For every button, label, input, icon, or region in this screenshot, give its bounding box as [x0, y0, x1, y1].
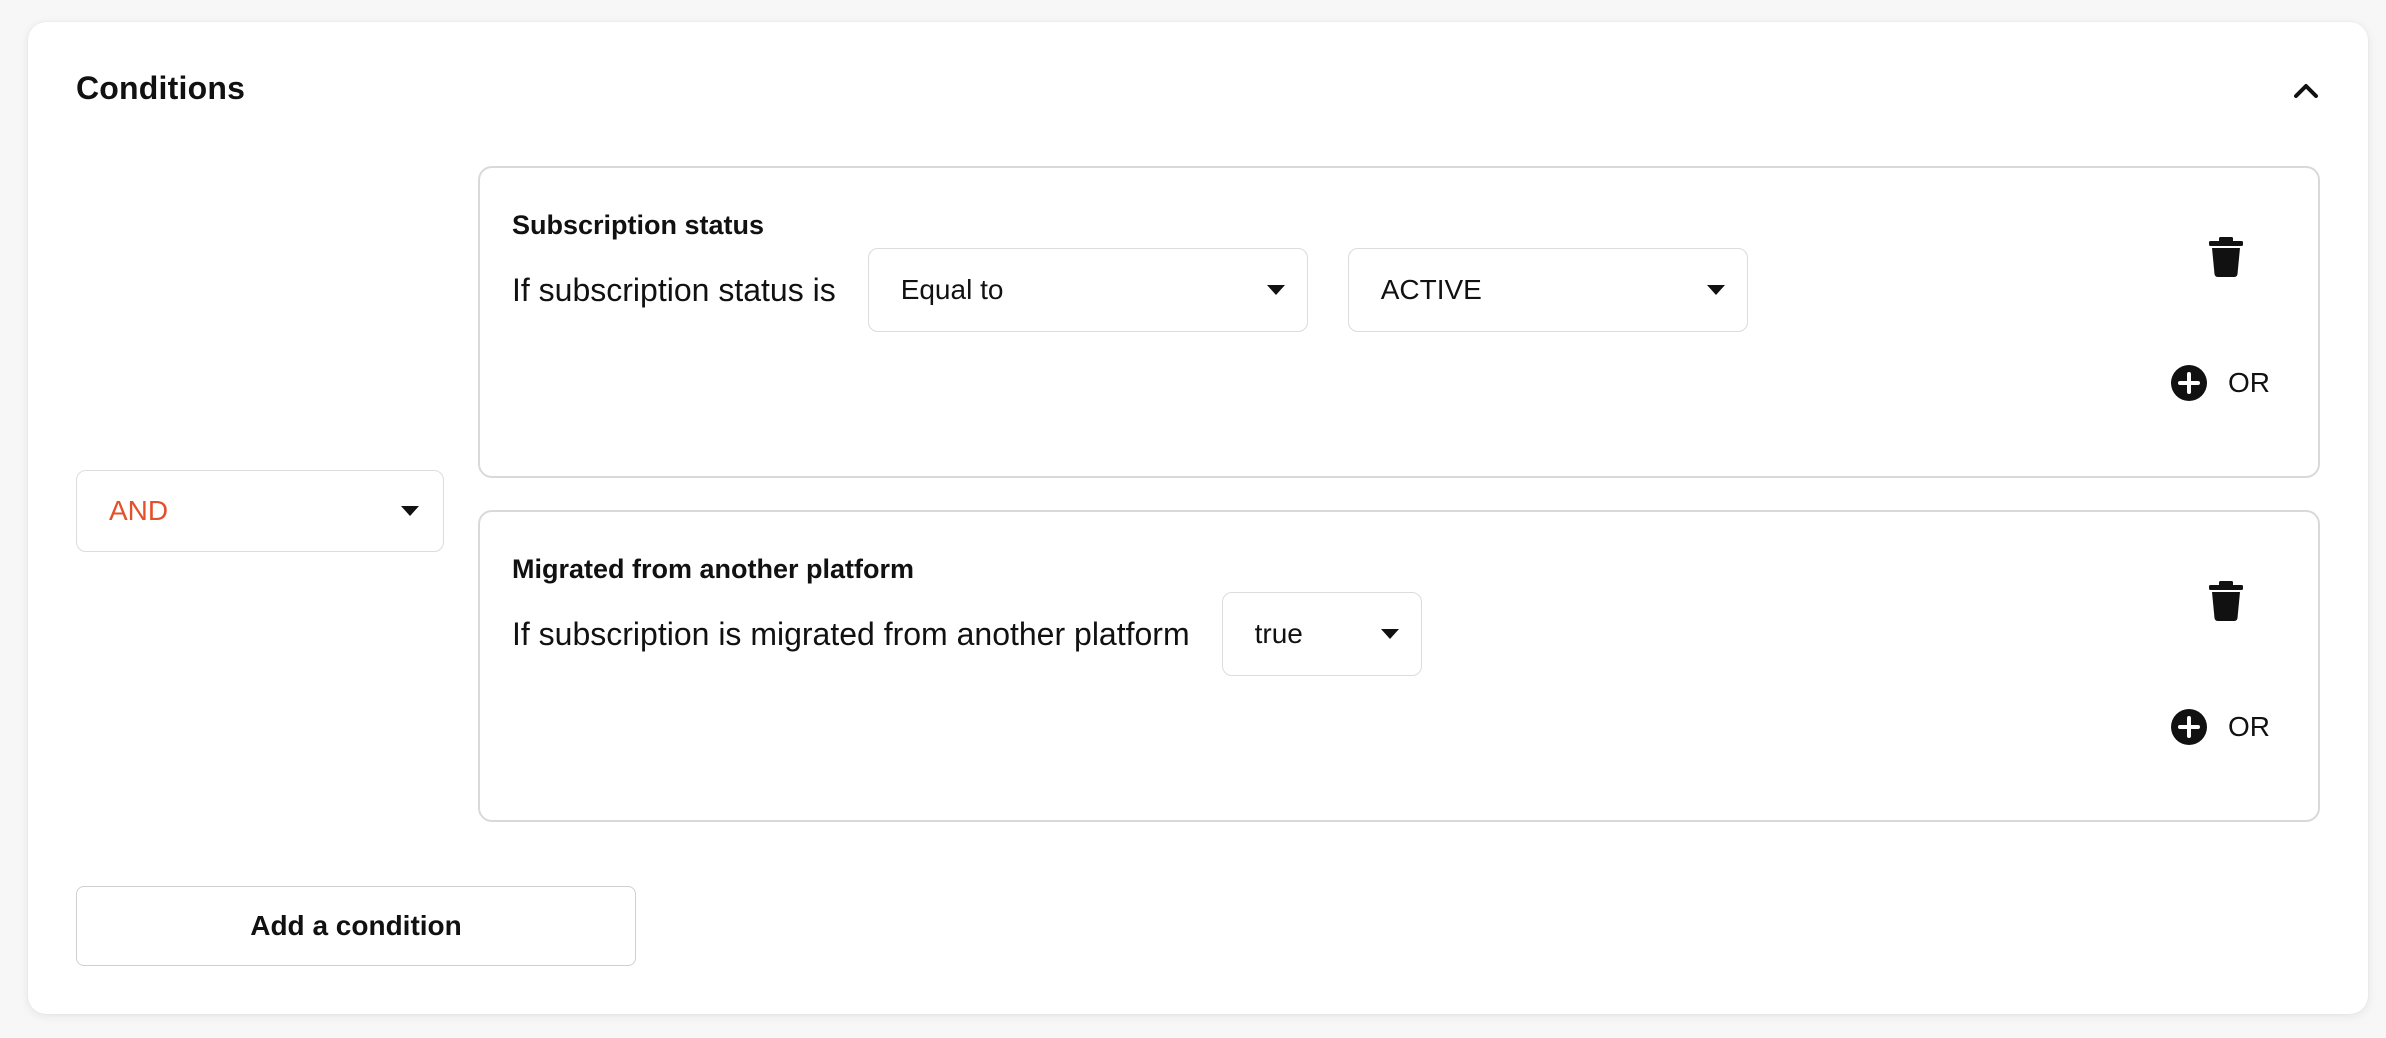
operator-select[interactable]: Equal to	[867, 248, 1308, 332]
delete-condition-button[interactable]	[2206, 234, 2246, 278]
condition-card: Subscription status If subscription stat…	[478, 166, 2320, 478]
condition-text: If subscription status is	[512, 271, 836, 308]
or-label: OR	[2228, 711, 2270, 742]
plus-circle-icon	[2171, 365, 2207, 401]
collapse-button[interactable]	[2284, 68, 2328, 112]
condition-card: Migrated from another platform If subscr…	[478, 510, 2320, 822]
add-condition-button[interactable]: Add a condition	[76, 886, 636, 966]
or-label: OR	[2228, 367, 2270, 398]
plus-circle-icon	[2171, 709, 2207, 745]
caret-down-icon	[401, 506, 419, 516]
value-text: true	[1254, 618, 1303, 649]
logic-operator-select[interactable]: AND	[76, 470, 444, 552]
trash-icon	[2209, 237, 2243, 277]
section-title: Conditions	[76, 70, 246, 106]
caret-down-icon	[1706, 285, 1725, 295]
chevron-up-icon	[2294, 84, 2318, 98]
condition-row: If subscription status is Equal to ACTIV…	[512, 248, 1788, 332]
caret-down-icon	[1380, 629, 1399, 639]
delete-condition-button[interactable]	[2206, 578, 2246, 622]
caret-down-icon	[1266, 285, 1285, 295]
add-or-button[interactable]: OR	[2170, 364, 2270, 402]
value-text: ACTIVE	[1380, 274, 1482, 305]
trash-icon	[2209, 581, 2243, 621]
condition-title: Migrated from another platform	[512, 554, 915, 584]
value-select[interactable]: ACTIVE	[1347, 248, 1748, 332]
conditions-panel: Conditions AND Subscription status If su…	[28, 22, 2368, 1014]
condition-row: If subscription is migrated from another…	[512, 592, 1462, 676]
condition-text: If subscription is migrated from another…	[512, 615, 1190, 652]
operator-value: Equal to	[900, 274, 1004, 305]
condition-title: Subscription status	[512, 210, 765, 240]
logic-operator-value: AND	[109, 495, 169, 526]
value-select[interactable]: true	[1221, 592, 1422, 676]
add-or-button[interactable]: OR	[2170, 708, 2270, 746]
